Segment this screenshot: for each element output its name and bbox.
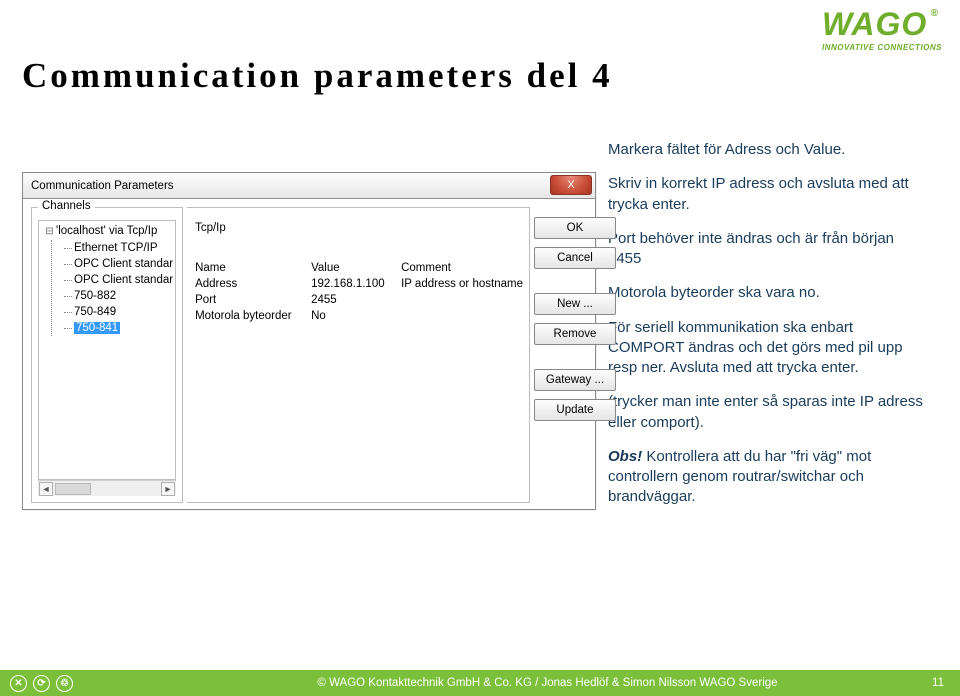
tree-item-label: Ethernet TCP/IP xyxy=(74,242,158,254)
tree-item-opc2[interactable]: OPC Client standar xyxy=(64,272,175,288)
footer-icon-3: ♲ xyxy=(56,675,73,692)
params-column-headers: Name Value Comment xyxy=(193,260,523,276)
body-p5: För seriell kommunikation ska enbart COM… xyxy=(608,318,928,379)
tree-item-750-841[interactable]: 750-841 xyxy=(64,320,175,336)
remove-button[interactable]: Remove xyxy=(534,323,616,345)
dialog-titlebar[interactable]: Communication Parameters X xyxy=(23,173,595,199)
ok-label: OK xyxy=(567,222,584,234)
brand-name: WAGO xyxy=(822,6,942,43)
param-row-address[interactable]: Address 192.168.1.100 IP address or host… xyxy=(193,276,523,292)
param-name: Address xyxy=(193,278,309,290)
param-comment: IP address or hostname xyxy=(399,278,523,290)
comm-params-dialog: Communication Parameters X Channels ⊟'lo… xyxy=(22,172,596,510)
body-p7: Obs! Kontrollera att du har "fri väg" mo… xyxy=(608,447,928,508)
footer-page-number: 11 xyxy=(912,677,960,689)
tree-item-label: 750-841 xyxy=(74,322,120,334)
param-value[interactable]: 2455 xyxy=(309,294,399,306)
col-name: Name xyxy=(193,262,309,274)
cancel-button[interactable]: Cancel xyxy=(534,247,616,269)
footer-icon-1: ✕ xyxy=(10,675,27,692)
new-label: New ... xyxy=(557,298,593,310)
dialog-buttons: OK Cancel New ... Remove Gateway ... Upd… xyxy=(534,207,616,503)
footer-credit: © WAGO Kontakttechnik GmbH & Co. KG / Jo… xyxy=(73,677,912,689)
param-name: Motorola byteorder xyxy=(193,310,309,322)
body-text: Markera fältet för Adress och Value. Skr… xyxy=(608,140,928,522)
params-heading-row: Tcp/Ip xyxy=(193,220,523,236)
body-p4: Motorola byteorder ska vara no. xyxy=(608,283,928,303)
remove-label: Remove xyxy=(554,328,597,340)
tree-item-opc1[interactable]: OPC Client standar xyxy=(64,256,175,272)
tree-root-item[interactable]: ⊟'localhost' via Tcp/Ip xyxy=(43,223,175,240)
footer-icon-2: ⟳ xyxy=(33,675,50,692)
tree-item-ethernet[interactable]: Ethernet TCP/IP xyxy=(64,240,175,256)
gateway-label: Gateway ... xyxy=(546,374,604,386)
page-title: Communication parameters del 4 xyxy=(22,56,613,96)
update-label: Update xyxy=(556,404,593,416)
tree-item-label: 750-882 xyxy=(74,290,116,302)
params-grid: Tcp/Ip Name Value Comment Address 192.16… xyxy=(193,218,523,324)
scroll-right-icon[interactable]: ► xyxy=(161,482,175,496)
ok-button[interactable]: OK xyxy=(534,217,616,239)
new-button[interactable]: New ... xyxy=(534,293,616,315)
obs-text: Kontrollera att du har "fri väg" mot con… xyxy=(608,448,871,506)
channels-legend: Channels xyxy=(38,200,95,212)
registered-icon: ® xyxy=(931,8,938,19)
cancel-label: Cancel xyxy=(557,252,593,264)
params-protocol-name: Tcp/Ip xyxy=(193,222,309,234)
tree-collapse-icon[interactable]: ⊟ xyxy=(45,224,54,240)
params-group: Tcp/Ip Name Value Comment Address 192.16… xyxy=(187,207,530,503)
body-p2: Skriv in korrekt IP adress och avsluta m… xyxy=(608,174,928,215)
channels-tree[interactable]: ⊟'localhost' via Tcp/Ip Ethernet TCP/IP … xyxy=(38,220,176,480)
gateway-button[interactable]: Gateway ... xyxy=(534,369,616,391)
footer-authors: Jonas Hedlöf & Simon Nilsson WAGO Sverig… xyxy=(542,677,778,689)
tree-item-750-849[interactable]: 750-849 xyxy=(64,304,175,320)
footer-icons: ✕ ⟳ ♲ xyxy=(0,675,73,692)
scroll-left-icon[interactable]: ◄ xyxy=(39,482,53,496)
update-button[interactable]: Update xyxy=(534,399,616,421)
brand-tagline: INNOVATIVE CONNECTIONS xyxy=(822,43,942,52)
body-p1: Markera fältet för Adress och Value. xyxy=(608,140,928,160)
param-value[interactable]: 192.168.1.100 xyxy=(309,278,399,290)
col-value: Value xyxy=(309,262,399,274)
footer-copyright: © WAGO Kontakttechnik GmbH & Co. KG xyxy=(317,677,531,689)
channels-group: Channels ⊟'localhost' via Tcp/Ip Etherne… xyxy=(31,207,183,503)
param-value[interactable]: No xyxy=(309,310,399,322)
dialog-title-text: Communication Parameters xyxy=(31,180,174,192)
col-comment: Comment xyxy=(399,262,523,274)
tree-item-label: OPC Client standar xyxy=(74,274,173,286)
body-p3: Port behöver inte ändras och är från bör… xyxy=(608,229,928,270)
param-row-byteorder[interactable]: Motorola byteorder No xyxy=(193,308,523,324)
close-button[interactable]: X xyxy=(550,175,592,195)
body-p6: (trycker man inte enter så sparas inte I… xyxy=(608,392,928,433)
footer-bar: ✕ ⟳ ♲ © WAGO Kontakttechnik GmbH & Co. K… xyxy=(0,670,960,696)
tree-root-label: 'localhost' via Tcp/Ip xyxy=(56,225,157,237)
tree-item-label: 750-849 xyxy=(74,306,116,318)
tree-item-750-882[interactable]: 750-882 xyxy=(64,288,175,304)
param-name: Port xyxy=(193,294,309,306)
param-row-port[interactable]: Port 2455 xyxy=(193,292,523,308)
close-icon: X xyxy=(567,179,574,191)
scroll-thumb[interactable] xyxy=(55,483,91,495)
tree-hscrollbar[interactable]: ◄ ► xyxy=(38,480,176,496)
tree-item-label: OPC Client standar xyxy=(74,258,173,270)
brand-logo: ® WAGO INNOVATIVE CONNECTIONS xyxy=(822,6,942,52)
